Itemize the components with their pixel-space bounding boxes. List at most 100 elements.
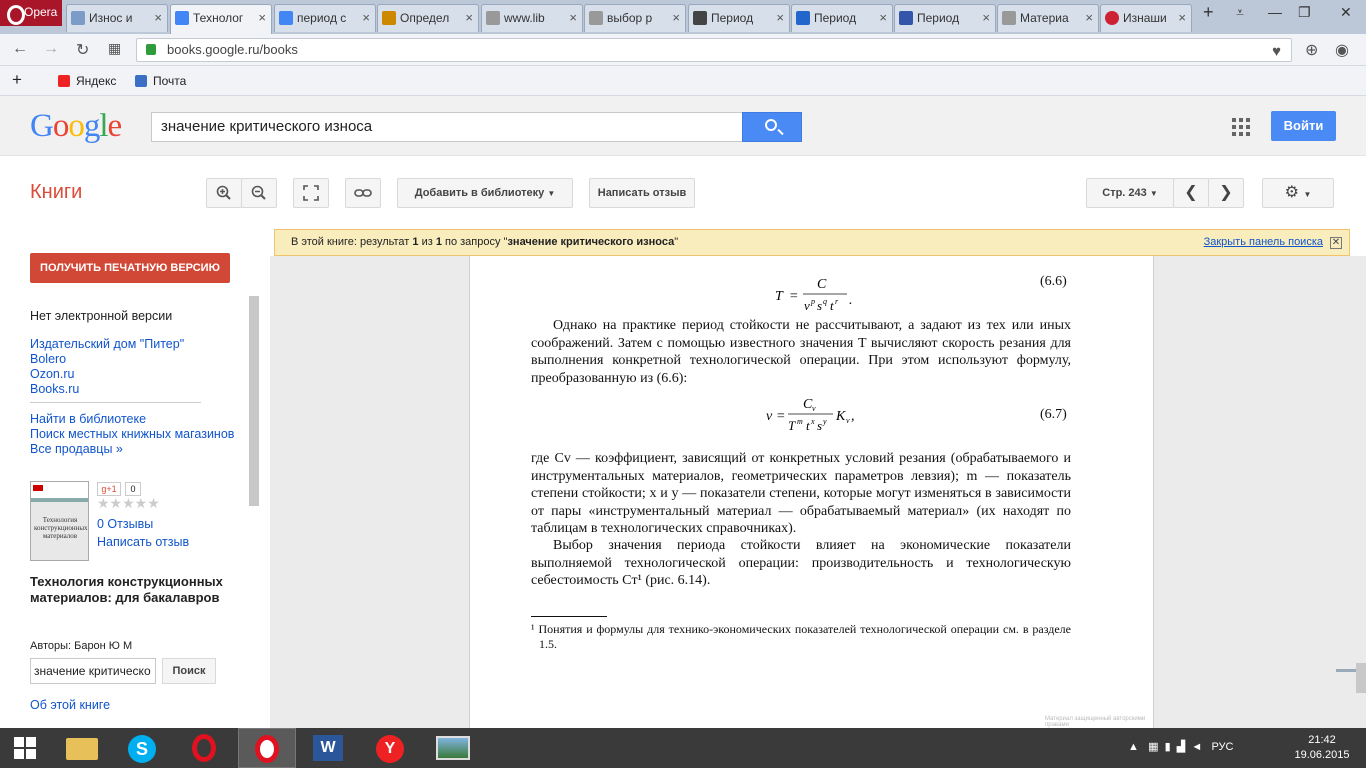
find-in-library-link[interactable]: Найти в библиотеке [30, 412, 146, 426]
page-select[interactable]: Стр. 243 ▼ [1086, 178, 1174, 208]
tab-2[interactable]: Технолог × [170, 4, 272, 34]
page-icon [796, 11, 810, 25]
tray-arrow-icon[interactable]: ▲ [1128, 741, 1139, 753]
tab-close-icon[interactable]: × [362, 5, 370, 31]
about-book-link[interactable]: Об этой книге [30, 698, 110, 712]
taskbar-opera-active[interactable] [238, 728, 296, 768]
all-sellers-link[interactable]: Все продавцы » [30, 442, 123, 456]
reviews-link[interactable]: 0 Отзывы [97, 517, 153, 531]
next-page-button[interactable]: ❯ [1208, 178, 1244, 208]
bookmark-yandex[interactable]: Яндекс [58, 74, 116, 88]
tab-close-icon[interactable]: × [879, 5, 887, 31]
book-viewer: T = C v p s q t r . (6.6) Однако на прак… [270, 256, 1366, 728]
tray-signal-icon[interactable]: ▟ [1177, 741, 1185, 753]
start-button[interactable] [0, 728, 50, 768]
tab-menu-icon[interactable]: ⩡ [1236, 4, 1244, 21]
download-icon[interactable]: ⊕ [1305, 40, 1318, 60]
google-logo[interactable]: Google [30, 108, 122, 145]
tray-network-icon[interactable]: ▦ [1148, 741, 1158, 753]
language-indicator[interactable]: РУС [1211, 741, 1233, 753]
fullscreen-button[interactable] [293, 178, 329, 208]
tray-volume-icon[interactable]: ◄ [1191, 741, 1202, 753]
footnote-divider [531, 616, 607, 617]
bookmarks-bar: + Яндекс Почта [0, 66, 1366, 96]
taskbar-yandex[interactable]: Y [362, 728, 420, 768]
search-input[interactable]: значение критического износа [151, 112, 743, 142]
tab-close-icon[interactable]: × [672, 5, 680, 31]
google-plus-button[interactable]: g+1 [97, 482, 121, 496]
heart-icon[interactable]: ♥ [1272, 41, 1281, 63]
get-print-version-button[interactable]: ПОЛУЧИТЬ ПЕЧАТНУЮ ВЕРСИЮ [30, 253, 230, 283]
local-stores-link[interactable]: Поиск местных книжных магазинов [30, 427, 234, 441]
taskbar-word[interactable]: W [300, 728, 358, 768]
tab-5[interactable]: www.lib × [481, 4, 583, 32]
prev-page-button[interactable]: ❮ [1173, 178, 1209, 208]
in-book-search-input[interactable]: значение критическо [30, 658, 156, 684]
close-icon[interactable]: ✕ [1330, 237, 1342, 249]
bookmark-mail[interactable]: Почта [135, 74, 186, 88]
url-field[interactable]: books.google.ru/books ♥ [136, 38, 1292, 62]
tab-close-icon[interactable]: × [465, 5, 473, 31]
add-to-library-button[interactable]: Добавить в библиотеку ▼ [397, 178, 573, 208]
tab-9[interactable]: Период × [894, 4, 996, 32]
search-button[interactable] [742, 112, 802, 142]
apps-grid-icon[interactable] [1232, 118, 1250, 136]
taskbar-opera[interactable] [176, 728, 234, 768]
tab-close-icon[interactable]: × [569, 5, 577, 31]
tab-4[interactable]: Определ × [377, 4, 479, 32]
tab-close-icon[interactable]: × [776, 5, 784, 31]
back-icon[interactable]: ← [12, 40, 28, 58]
tab-close-icon[interactable]: × [982, 5, 990, 31]
page-icon [589, 11, 603, 25]
restore-button[interactable]: ❐ [1298, 4, 1311, 21]
opera-menu-button[interactable]: Opera [0, 0, 62, 26]
tab-10[interactable]: Материа × [997, 4, 1099, 32]
user-icon[interactable]: ◉ [1335, 40, 1349, 60]
minimize-button[interactable]: — [1268, 4, 1282, 20]
tab-11[interactable]: Изнаши × [1100, 4, 1192, 32]
books-section-title[interactable]: Книги [30, 181, 82, 204]
book-cover-image[interactable]: Технология конструкционных материалов [30, 481, 89, 561]
book-authors: Авторы: Барон Ю М [30, 640, 133, 652]
svg-text:x: x [810, 417, 815, 426]
reload-icon[interactable]: ↻ [76, 40, 89, 60]
zoom-out-button[interactable] [241, 178, 277, 208]
new-tab-button[interactable]: + [1203, 2, 1214, 23]
seller-link-bolero[interactable]: Bolero [30, 352, 66, 366]
tab-6[interactable]: выбор р × [584, 4, 686, 32]
clock[interactable]: 21:42 19.06.2015 [1292, 733, 1352, 763]
seller-link-books[interactable]: Books.ru [30, 382, 79, 396]
seller-link-ozon[interactable]: Ozon.ru [30, 367, 74, 381]
add-bookmark-icon[interactable]: + [12, 70, 22, 90]
tray-battery-icon[interactable]: ▮ [1165, 741, 1171, 753]
settings-button[interactable]: ⚙ ▼ [1262, 178, 1334, 208]
tab-close-icon[interactable]: × [258, 5, 266, 31]
forward-icon[interactable]: → [43, 40, 59, 58]
zoom-in-button[interactable] [206, 178, 242, 208]
sidebar-scrollbar[interactable] [249, 296, 259, 506]
in-book-search-button[interactable]: Поиск [162, 658, 216, 684]
sign-in-button[interactable]: Войти [1271, 111, 1336, 141]
seller-link-piter[interactable]: Издательский дом "Питер" [30, 337, 184, 351]
tab-close-icon[interactable]: × [154, 5, 162, 31]
tab-1[interactable]: Износ и × [66, 4, 168, 32]
tab-8[interactable]: Период × [791, 4, 893, 32]
tab-close-icon[interactable]: × [1085, 5, 1093, 31]
write-review-link[interactable]: Написать отзыв [97, 535, 189, 549]
tab-7[interactable]: Период × [688, 4, 790, 32]
close-window-button[interactable]: ✕ [1340, 4, 1352, 21]
taskbar-explorer[interactable] [54, 728, 112, 768]
tab-close-icon[interactable]: × [1178, 5, 1186, 31]
write-review-button[interactable]: Написать отзыв [589, 178, 695, 208]
formula-6-7: v = C v T m t x s y K v , [766, 394, 866, 443]
link-button[interactable] [345, 178, 381, 208]
yandex-browser-icon: Y [376, 735, 404, 763]
taskbar: S W Y ▲ ▦ ▮ ▟ ◄ РУС 21:42 19.06.2015 [0, 728, 1366, 768]
speed-dial-icon[interactable]: ▦ [108, 40, 121, 57]
close-search-panel-link[interactable]: Закрыть панель поиска [1204, 230, 1323, 255]
viewer-scrollbar[interactable] [1356, 663, 1366, 693]
taskbar-skype[interactable]: S [114, 728, 172, 768]
taskbar-photos[interactable] [424, 728, 482, 768]
svg-text:q: q [823, 297, 827, 306]
tab-3[interactable]: период с × [274, 4, 376, 32]
